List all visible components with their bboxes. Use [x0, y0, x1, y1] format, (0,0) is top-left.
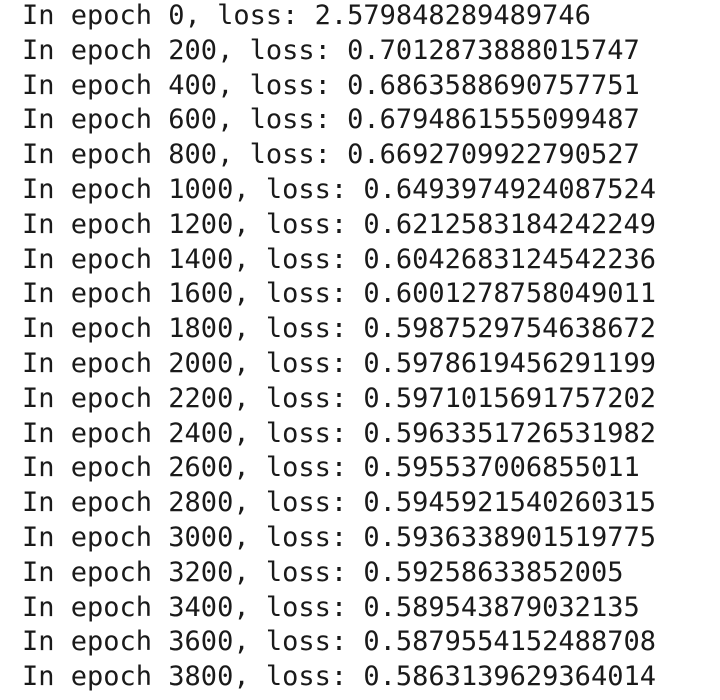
log-line: In epoch 2600, loss: 0.595537006855011	[22, 452, 640, 484]
log-line: In epoch 3400, loss: 0.589543879032135	[22, 591, 640, 623]
log-line: In epoch 1000, loss: 0.6493974924087524	[22, 173, 656, 205]
log-line: In epoch 1400, loss: 0.6042683124542236	[22, 243, 656, 275]
log-line: In epoch 200, loss: 0.7012873888015747	[22, 34, 640, 66]
log-line: In epoch 3800, loss: 0.5863139629364014	[22, 661, 656, 693]
console-output: In epoch 0, loss: 2.579848289489746 In e…	[0, 0, 720, 699]
log-line: In epoch 600, loss: 0.6794861555099487	[22, 104, 640, 136]
log-line: In epoch 2200, loss: 0.5971015691757202	[22, 382, 656, 414]
log-line: In epoch 0, loss: 2.579848289489746	[22, 0, 591, 31]
log-line: In epoch 1800, loss: 0.5987529754638672	[22, 313, 656, 345]
log-line: In epoch 400, loss: 0.6863588690757751	[22, 69, 640, 101]
log-line: In epoch 3200, loss: 0.59258633852005	[22, 556, 624, 588]
log-line: In epoch 2800, loss: 0.5945921540260315	[22, 487, 656, 519]
log-line: In epoch 1600, loss: 0.6001278758049011	[22, 278, 656, 310]
log-line: In epoch 2400, loss: 0.5963351726531982	[22, 417, 656, 449]
log-line: In epoch 3000, loss: 0.5936338901519775	[22, 521, 656, 553]
log-line: In epoch 800, loss: 0.6692709922790527	[22, 139, 640, 171]
log-line: In epoch 1200, loss: 0.6212583184242249	[22, 208, 656, 240]
log-line: In epoch 3600, loss: 0.5879554152488708	[22, 626, 656, 658]
log-line: In epoch 2000, loss: 0.5978619456291199	[22, 347, 656, 379]
